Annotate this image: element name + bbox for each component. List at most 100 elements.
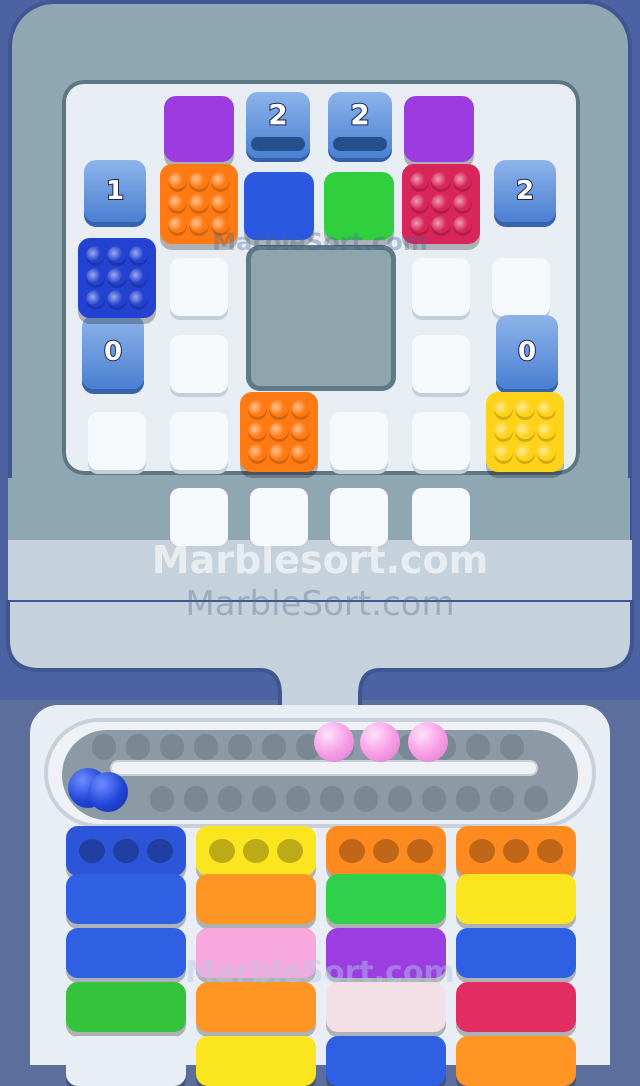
track-slot [320,786,344,812]
track-slot [194,734,218,760]
active-crate [456,826,576,876]
empty-tile[interactable] [412,412,470,470]
crate-hole [277,839,303,863]
marble-peg [536,422,556,442]
track-slot [456,786,480,812]
marble-peg [494,444,514,464]
marble-pipe[interactable]: 2 [246,92,310,158]
watermark: MarbleSort.com [185,955,455,990]
holder-count: 0 [103,336,123,368]
marble-peg [168,194,188,214]
track-slot [500,734,524,760]
purple-block[interactable] [164,96,234,162]
purple-block[interactable] [404,96,474,162]
marble-peg [107,268,127,288]
active-crate [66,826,186,876]
marble-peg [269,422,289,442]
pipe-count: 2 [267,97,289,132]
queued-crate [456,1036,576,1086]
marble-peg [452,194,472,214]
track-slot [490,786,514,812]
crate-hole [243,839,269,863]
marble-peg [168,172,188,192]
marble-peg [410,172,430,192]
center-obstacle [246,245,396,391]
crate-hole [113,839,139,863]
marble-peg [86,290,106,310]
marble-peg [248,422,268,442]
marble-peg [290,422,310,442]
queued-crate [456,874,576,924]
pipe-count: 2 [349,97,371,132]
marble-holder[interactable]: 2 [494,160,556,222]
watermark: MarbleSort.com [185,584,455,624]
marble-peg [210,172,230,192]
track-slot [228,734,252,760]
marble-peg [269,400,289,420]
crate-hole [79,839,105,863]
holder-count: 0 [517,336,537,368]
empty-tile[interactable] [492,258,550,316]
crate-hole [469,839,495,863]
track-slot [354,786,378,812]
marble-holder[interactable]: 1 [84,160,146,222]
crate-hole [503,839,529,863]
marble-pipe[interactable]: 2 [328,92,392,158]
pink-marble [314,722,354,762]
crate-hole [339,839,365,863]
empty-tile[interactable] [88,412,146,470]
watermark: MarbleSort.com [212,228,428,256]
marble-peg [515,444,535,464]
marble-peg [86,268,106,288]
queued-crate [326,874,446,924]
blue-marble [88,772,128,812]
track-slot [150,786,174,812]
marble-peg [536,444,556,464]
marble-peg [431,172,451,192]
marble-peg [189,172,209,192]
crate-hole [147,839,173,863]
marble-peg [248,444,268,464]
track-slot [252,786,276,812]
marble-peg [494,422,514,442]
marble-holder[interactable]: 0 [496,315,558,389]
track-slot [184,786,208,812]
empty-tile[interactable] [412,258,470,316]
marble-peg [128,268,148,288]
marble-peg [536,400,556,420]
queued-crate [196,874,316,924]
marble-peg [290,400,310,420]
empty-tile[interactable] [412,335,470,393]
track-slot [286,786,310,812]
crate-hole [407,839,433,863]
marble-peg [189,194,209,214]
marble-peg [410,194,430,214]
orange-marble-block[interactable] [240,392,318,472]
pink-marble [408,722,448,762]
marble-peg [515,422,535,442]
track-slot [218,786,242,812]
marble-holder[interactable]: 0 [82,315,144,389]
holder-count: 1 [105,175,125,207]
pink-marble [360,722,400,762]
empty-tile[interactable] [330,412,388,470]
empty-tile[interactable] [170,258,228,316]
marble-peg [290,444,310,464]
crate-hole [209,839,235,863]
marble-peg [494,400,514,420]
active-crate [326,826,446,876]
track-slot [126,734,150,760]
track-divider [110,760,538,776]
track-slot [262,734,286,760]
marble-peg [107,290,127,310]
marble-peg [248,400,268,420]
marble-peg [128,290,148,310]
watermark: Marblesort.com [151,538,489,582]
empty-tile[interactable] [170,335,228,393]
empty-tile[interactable] [170,412,228,470]
track-slot [160,734,184,760]
yellow-marble-block[interactable] [486,392,564,472]
queued-crate [196,1036,316,1086]
marble-peg [210,194,230,214]
queued-crate [326,1036,446,1086]
